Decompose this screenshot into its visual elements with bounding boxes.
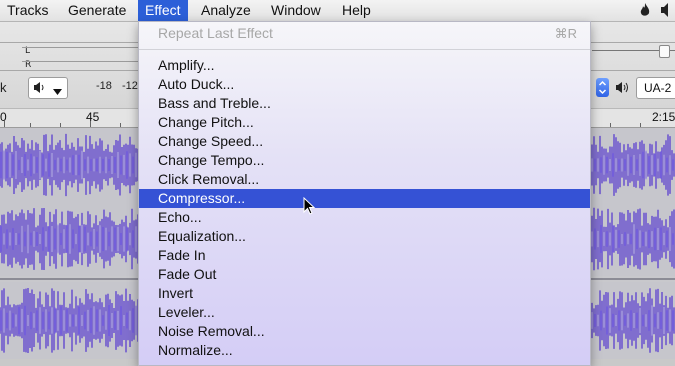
stepper-arrows-icon[interactable] — [596, 78, 609, 97]
device-label-fragment: k — [0, 80, 7, 95]
menu-item-compressor[interactable]: Compressor... — [139, 189, 590, 208]
menu-help[interactable]: Help — [335, 0, 378, 21]
menu-item-amplify[interactable]: Amplify... — [139, 56, 590, 75]
menu-item-equalization[interactable]: Equalization... — [139, 227, 590, 246]
timeline-tick — [90, 121, 91, 127]
menu-item-echo[interactable]: Echo... — [139, 208, 590, 227]
timeline-tick — [120, 123, 121, 127]
mouse-cursor-icon — [303, 196, 317, 217]
menu-item-bass-and-treble[interactable]: Bass and Treble... — [139, 94, 590, 113]
speaker-icon — [615, 81, 630, 99]
menu-effect[interactable]: Effect — [138, 0, 188, 21]
menu-item-change-tempo[interactable]: Change Tempo... — [139, 151, 590, 170]
menu-separator — [139, 49, 590, 50]
menu-item-noise-removal[interactable]: Noise Removal... — [139, 322, 590, 341]
menu-item-change-pitch[interactable]: Change Pitch... — [139, 113, 590, 132]
flame-icon[interactable] — [638, 2, 652, 22]
menu-bar: Tracks Generate Effect Analyze Window He… — [0, 0, 675, 22]
meter-db-label: -12 — [122, 80, 138, 92]
speaker-icon — [33, 81, 46, 97]
timeline-tick — [610, 123, 611, 127]
menu-item-fade-in[interactable]: Fade In — [139, 246, 590, 265]
effect-menu-dropdown: Repeat Last Effect ⌘R Amplify... Auto Duc… — [138, 21, 591, 366]
menu-item-label: Repeat Last Effect — [158, 25, 273, 41]
timeline-tick — [640, 123, 641, 127]
chevron-down-icon — [53, 85, 62, 99]
meter-bar-left — [22, 47, 138, 60]
shortcut-label: ⌘R — [554, 26, 577, 41]
slider-thumb[interactable] — [659, 45, 670, 58]
meter-bar-right — [22, 61, 138, 74]
timeline-label: 45 — [86, 110, 100, 124]
volume-dropdown[interactable] — [28, 77, 68, 99]
menu-item-change-speed[interactable]: Change Speed... — [139, 132, 590, 151]
menu-item-click-removal[interactable]: Click Removal... — [139, 170, 590, 189]
menu-window[interactable]: Window — [264, 0, 328, 21]
timeline-tick — [60, 123, 61, 127]
menu-item-fade-out[interactable]: Fade Out — [139, 265, 590, 284]
output-device-select[interactable]: UA-2 — [636, 77, 675, 99]
meter-db-label: -18 — [96, 80, 112, 92]
menu-item-leveler[interactable]: Leveler... — [139, 303, 590, 322]
menu-tracks[interactable]: Tracks — [0, 0, 55, 21]
timeline-tick — [30, 123, 31, 127]
speaker-icon[interactable] — [660, 2, 675, 22]
menu-analyze[interactable]: Analyze — [194, 0, 258, 21]
menu-item-repeat-last-effect[interactable]: Repeat Last Effect ⌘R — [139, 24, 590, 43]
menu-item-auto-duck[interactable]: Auto Duck... — [139, 75, 590, 94]
timeline-tick — [4, 121, 5, 127]
menu-item-normalize[interactable]: Normalize... — [139, 341, 590, 360]
timeline-label: 2:15 — [652, 110, 675, 124]
menu-generate[interactable]: Generate — [61, 0, 133, 21]
menu-item-invert[interactable]: Invert — [139, 284, 590, 303]
